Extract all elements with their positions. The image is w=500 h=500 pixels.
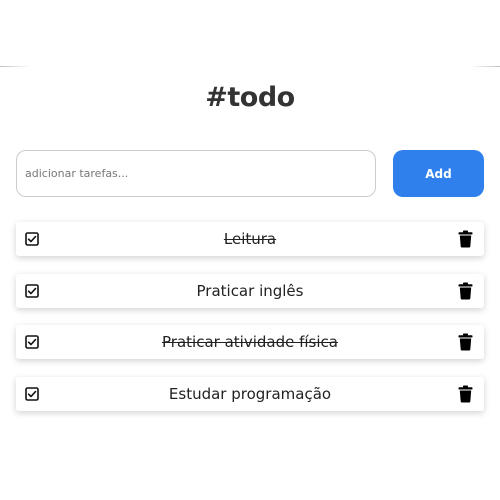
- checkbox-checked-icon[interactable]: [25, 386, 39, 401]
- task-item: Leitura: [16, 222, 484, 256]
- task-label: Praticar inglês: [196, 281, 304, 300]
- add-button[interactable]: Add: [393, 150, 484, 197]
- trash-icon[interactable]: [458, 333, 473, 351]
- todo-app: #todo Add Leitura Praticar inglês: [0, 0, 500, 500]
- task-input[interactable]: [16, 150, 376, 197]
- checkbox-checked-icon[interactable]: [25, 283, 39, 298]
- task-label: Estudar programação: [168, 384, 332, 403]
- trash-icon[interactable]: [458, 385, 473, 403]
- task-item: Praticar inglês: [16, 273, 484, 308]
- task-item: Praticar atividade física: [16, 325, 484, 359]
- trash-icon[interactable]: [458, 282, 473, 300]
- checkbox-checked-icon[interactable]: [25, 335, 39, 349]
- divider: [0, 66, 500, 67]
- page-title: #todo: [205, 82, 295, 113]
- task-list: Leitura Praticar inglês Praticar ativida…: [16, 222, 484, 428]
- task-item: Estudar programação: [16, 376, 484, 411]
- task-label: Praticar atividade física: [162, 333, 338, 351]
- checkbox-checked-icon[interactable]: [25, 232, 39, 246]
- trash-icon[interactable]: [458, 230, 473, 248]
- add-task-form: Add: [16, 150, 484, 197]
- task-label: Leitura: [223, 230, 277, 248]
